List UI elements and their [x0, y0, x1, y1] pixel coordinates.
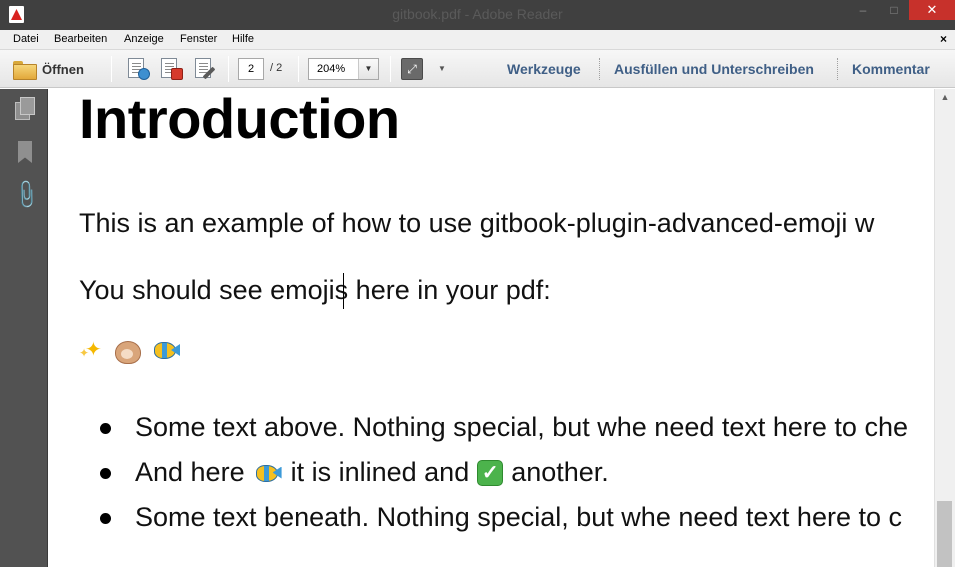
menu-anzeige[interactable]: Anzeige: [124, 33, 164, 45]
maximize-button[interactable]: □: [880, 0, 908, 20]
toolbar-separator: [599, 58, 600, 80]
pdf-badge-icon: [171, 68, 183, 80]
export-pdf-icon[interactable]: [159, 58, 183, 80]
menu-bar: Datei Bearbeiten Anzeige Fenster Hilfe ×: [0, 30, 955, 50]
list-item-text: another.: [511, 457, 609, 487]
fit-page-icon[interactable]: ⤢: [401, 58, 423, 80]
toolbar-separator: [228, 56, 229, 82]
check-mark-emoji-icon: ✓: [477, 459, 504, 486]
navigation-panel: 📎: [0, 89, 48, 567]
zoom-value: 204%: [317, 63, 346, 75]
list-item-text: Some text above. Nothing special, but wh…: [135, 412, 908, 442]
menu-hilfe[interactable]: Hilfe: [232, 33, 254, 45]
list-item-text: And here: [135, 457, 245, 487]
list-item-text: it is inlined and: [290, 457, 470, 487]
toolbar-separator: [837, 58, 838, 80]
close-button[interactable]: ✕: [909, 0, 955, 20]
window-title: gitbook.pdf - Adobe Reader: [392, 6, 563, 22]
attachments-icon[interactable]: 📎: [9, 178, 43, 212]
tools-link[interactable]: Werkzeuge: [507, 61, 581, 77]
create-badge-icon: [138, 68, 150, 80]
chevron-down-icon[interactable]: ▼: [358, 59, 378, 79]
toolbar: Öffnen 2 / 2 204% ▼ ⤢ ▼ Werkzeuge Ausfül…: [0, 50, 955, 88]
pages-icon[interactable]: [14, 97, 36, 121]
list-item: Some text beneath. Nothing special, but …: [79, 495, 908, 540]
sparkles-emoji-icon: [79, 337, 103, 362]
list-item: And here it is inlined and ✓ another.: [79, 450, 908, 495]
bullet-list: Some text above. Nothing special, but wh…: [79, 405, 908, 540]
open-button[interactable]: Öffnen: [12, 58, 84, 80]
zoom-select[interactable]: 204% ▼: [308, 58, 379, 80]
scroll-up-icon[interactable]: ▲: [935, 89, 955, 105]
list-item: Some text above. Nothing special, but wh…: [79, 405, 908, 450]
toolbar-separator: [298, 56, 299, 82]
emoji-row: [79, 337, 181, 364]
toolbar-separator: [111, 56, 112, 82]
fill-sign-link[interactable]: Ausfüllen und Unterschreiben: [614, 61, 814, 77]
close-document-icon[interactable]: ×: [940, 32, 947, 46]
menu-bearbeiten[interactable]: Bearbeiten: [54, 33, 107, 45]
hamster-emoji-icon: [113, 337, 141, 364]
document-heading: Introduction: [79, 89, 400, 150]
create-pdf-icon[interactable]: [126, 58, 150, 80]
sign-icon[interactable]: [193, 58, 217, 80]
text-cursor: [343, 273, 344, 309]
title-bar: gitbook.pdf - Adobe Reader – □ ✕: [0, 0, 955, 30]
bookmarks-icon[interactable]: [14, 140, 36, 164]
toolbar-more-icon[interactable]: ▼: [438, 64, 446, 73]
comment-link[interactable]: Kommentar: [852, 61, 930, 77]
page-total: / 2: [270, 62, 283, 74]
list-item-text: Some text beneath. Nothing special, but …: [135, 502, 902, 532]
folder-icon: [12, 60, 37, 80]
vertical-scrollbar[interactable]: ▲: [934, 89, 955, 567]
scroll-thumb[interactable]: [937, 501, 952, 567]
document-view[interactable]: Introduction This is an example of how t…: [49, 89, 934, 567]
page-number-input[interactable]: 2: [238, 58, 264, 80]
document-paragraph: You should see emojis here in your pdf:: [79, 275, 551, 305]
minimize-button[interactable]: –: [849, 0, 877, 20]
tropical-fish-emoji-icon: [151, 338, 181, 362]
document-paragraph: This is an example of how to use gitbook…: [79, 208, 875, 238]
menu-fenster[interactable]: Fenster: [180, 33, 217, 45]
menu-datei[interactable]: Datei: [13, 33, 39, 45]
open-label: Öffnen: [42, 61, 84, 77]
toolbar-separator: [390, 56, 391, 82]
tropical-fish-emoji-icon: [253, 461, 283, 485]
